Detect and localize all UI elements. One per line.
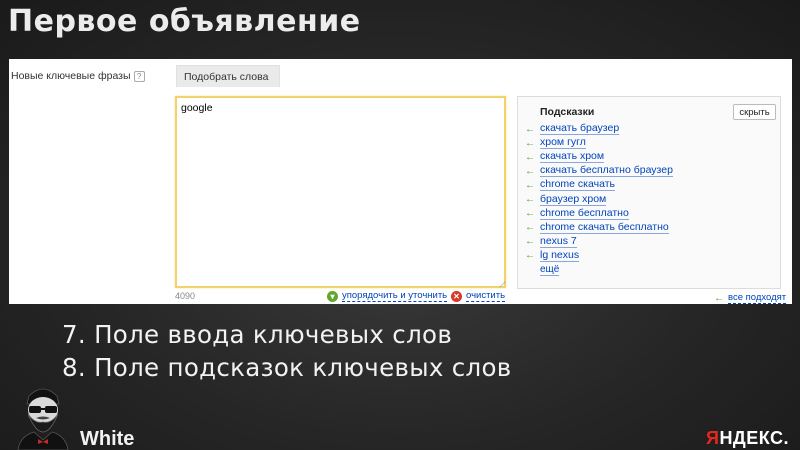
all-fit-link[interactable]: ← все подходят bbox=[714, 292, 787, 304]
arrow-left-icon: ← bbox=[525, 222, 535, 234]
arrow-left-icon: ← bbox=[714, 292, 724, 304]
hint-item[interactable]: ← chrome бесплатно bbox=[525, 207, 673, 221]
hint-item[interactable]: ← lg nexus bbox=[525, 249, 673, 263]
sort-label: упорядочить и уточнить bbox=[342, 290, 448, 302]
hint-item[interactable]: ← скачать хром bbox=[525, 150, 673, 164]
hint-text: хром гугл bbox=[540, 136, 586, 150]
all-fit-label: все подходят bbox=[728, 292, 787, 304]
hints-title: Подсказки bbox=[540, 106, 595, 118]
arrow-left-icon: ← bbox=[525, 179, 535, 191]
phrases-label: Новые ключевые фразы bbox=[11, 70, 131, 82]
arrow-left-icon: ← bbox=[525, 123, 535, 135]
hint-item[interactable]: ← скачать браузер bbox=[525, 122, 673, 136]
brand-word: White bbox=[80, 428, 135, 450]
char-counter: 4090 bbox=[175, 291, 196, 301]
hint-item[interactable]: ← chrome скачать бесплатно bbox=[525, 221, 673, 235]
hint-item[interactable]: ← хром гугл bbox=[525, 136, 673, 150]
keywords-textarea[interactable] bbox=[175, 96, 506, 288]
caption-line: 7. Поле ввода ключевых слов bbox=[62, 320, 453, 349]
hint-text: скачать хром bbox=[540, 150, 605, 164]
hints-panel: Подсказки скрыть ← скачать браузер ← хром … bbox=[517, 96, 781, 289]
sort-and-refine-link[interactable]: ▾ упорядочить и уточнить bbox=[327, 290, 448, 302]
phrases-label-row: Новые ключевые фразы ? bbox=[11, 70, 145, 82]
arrow-left-icon: ← bbox=[525, 165, 535, 177]
hint-text: chrome скачать bbox=[540, 178, 615, 192]
bearded-man-logo-icon bbox=[17, 388, 69, 450]
question-icon[interactable]: ? bbox=[133, 70, 145, 82]
hint-list: ← скачать браузер ← хром гугл ← скачать хро… bbox=[525, 122, 673, 263]
yandex-logo-rest: НДЕКС. bbox=[719, 428, 790, 448]
caption-block: 7. Поле ввода ключевых слов 8. Поле подс… bbox=[62, 318, 512, 384]
hide-hints-button[interactable]: скрыть bbox=[733, 104, 776, 120]
hint-item[interactable]: ← nexus 7 bbox=[525, 235, 673, 249]
more-hints-link[interactable]: ещё bbox=[540, 264, 560, 276]
arrow-left-icon: ← bbox=[525, 137, 535, 149]
keyword-editor-panel: Новые ключевые фразы ? Подобрать слова 4… bbox=[9, 59, 792, 304]
hint-text: chrome скачать бесплатно bbox=[540, 220, 669, 234]
hint-text: nexus 7 bbox=[540, 234, 577, 248]
arrow-left-icon: ← bbox=[525, 151, 535, 163]
hint-item[interactable]: ← браузер хром bbox=[525, 192, 673, 206]
close-icon: ✕ bbox=[451, 290, 462, 302]
yandex-logo: ЯНДЕКС. bbox=[706, 428, 789, 449]
arrow-left-icon: ← bbox=[525, 236, 535, 248]
chevron-down-icon: ▾ bbox=[327, 290, 338, 302]
yandex-logo-red-letter: Я bbox=[706, 428, 720, 448]
hint-text: lg nexus bbox=[540, 248, 580, 262]
pick-words-tab[interactable]: Подобрать слова bbox=[176, 65, 280, 87]
hint-text: браузер хром bbox=[540, 192, 607, 206]
arrow-left-icon: ← bbox=[525, 208, 535, 220]
hint-text: скачать браузер bbox=[540, 122, 620, 136]
arrow-left-icon: ← bbox=[525, 194, 535, 206]
clear-link[interactable]: ✕ очистить bbox=[451, 290, 506, 302]
clear-label: очистить bbox=[466, 290, 506, 302]
slide-title: Первое объявление bbox=[8, 4, 361, 39]
hint-item[interactable]: ← скачать бесплатно браузер bbox=[525, 164, 673, 178]
hint-text: скачать бесплатно браузер bbox=[540, 164, 673, 178]
hint-text: chrome бесплатно bbox=[540, 206, 629, 220]
arrow-left-icon: ← bbox=[525, 250, 535, 262]
hint-item[interactable]: ← chrome скачать bbox=[525, 178, 673, 192]
caption-line: 8. Поле подсказок ключевых слов bbox=[62, 353, 512, 382]
